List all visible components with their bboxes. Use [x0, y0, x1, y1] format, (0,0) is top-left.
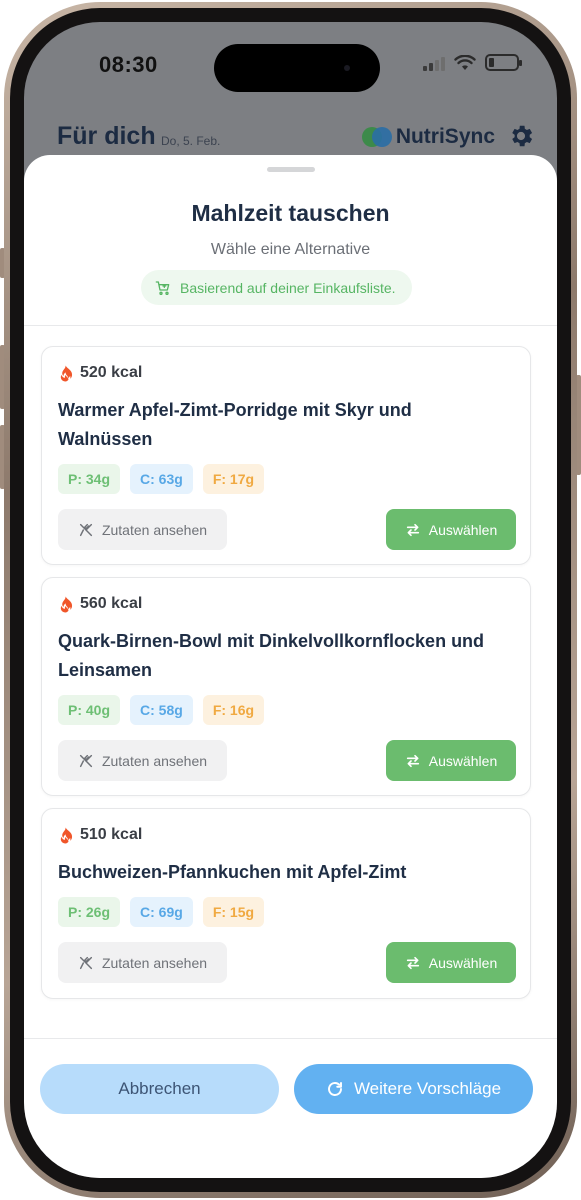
view-ingredients-label: Zutaten ansehen [101, 752, 208, 769]
swap-arrows-icon [406, 956, 419, 969]
carbs-badge: C: 63g [130, 464, 193, 494]
protein-badge: P: 40g [58, 695, 121, 725]
cellular-signal-icon [423, 55, 445, 71]
view-ingredients-button[interactable]: Zutaten ansehen [58, 509, 227, 550]
phone-bezel: 08:30 Für dich Do, 5. Feb. NutriSync Mah… [10, 8, 571, 1192]
select-meal-label: Auswählen [428, 521, 498, 538]
gear-icon[interactable] [507, 122, 535, 150]
phone-frame: 08:30 Für dich Do, 5. Feb. NutriSync Mah… [4, 2, 577, 1198]
meal-card: 520 kcal Warmer Apfel-Zimt-Porridge mit … [41, 346, 531, 565]
select-meal-label: Auswählen [428, 752, 498, 769]
view-ingredients-button[interactable]: Zutaten ansehen [58, 942, 227, 983]
dynamic-island [214, 44, 380, 92]
carbs-badge: C: 69g [130, 897, 193, 927]
view-ingredients-button[interactable]: Zutaten ansehen [58, 740, 227, 781]
fat-badge: F: 17g [202, 464, 265, 494]
camera-dot [344, 65, 350, 71]
status-time: 08:30 [99, 52, 158, 77]
wifi-icon [454, 54, 476, 70]
shopping-cart-icon [155, 280, 170, 295]
fat-badge: F: 15g [202, 897, 265, 927]
select-meal-button[interactable]: Auswählen [386, 740, 516, 781]
brand-name: NutriSync [395, 125, 495, 148]
refresh-icon [327, 1082, 342, 1096]
meal-card: 510 kcal Buchweizen-Pfannkuchen mit Apfe… [41, 808, 531, 999]
utensils-icon [79, 523, 93, 536]
logo-mark-icon [361, 127, 392, 147]
select-meal-button[interactable]: Auswählen [386, 509, 516, 550]
meal-title: Quark-Birnen-Bowl mit Dinkelvollkornfloc… [58, 631, 485, 680]
more-suggestions-label: Weitere Vorschläge [353, 1079, 502, 1098]
kcal-value: 560 kcal [80, 595, 143, 612]
shopping-list-info-pill: Basierend auf deiner Einkaufsliste. [141, 270, 412, 305]
meal-kcal: 510 kcal [58, 826, 142, 844]
flame-icon [60, 365, 73, 381]
info-pill-text: Basierend auf deiner Einkaufsliste. [180, 279, 396, 296]
header-divider [24, 325, 557, 326]
view-ingredients-label: Zutaten ansehen [101, 954, 208, 971]
flame-icon [60, 596, 73, 612]
flame-icon [60, 827, 73, 843]
swap-meal-sheet: Mahlzeit tauschen Wähle eine Alternative… [24, 155, 557, 1178]
kcal-value: 520 kcal [80, 364, 143, 381]
footer-divider [24, 1038, 557, 1039]
fat-badge: F: 16g [202, 695, 265, 725]
status-icons [423, 54, 522, 71]
brand-logo: NutriSync [361, 125, 495, 149]
meal-card: 560 kcal Quark-Birnen-Bowl mit Dinkelvol… [41, 577, 531, 796]
cancel-button[interactable]: Abbrechen [40, 1064, 279, 1114]
meal-kcal: 560 kcal [58, 595, 142, 613]
sheet-title: Mahlzeit tauschen [191, 200, 390, 226]
battery-icon [485, 54, 522, 71]
macro-badges: P: 40g C: 58g F: 16g [58, 695, 265, 725]
page-title: Für dich [57, 122, 156, 150]
protein-badge: P: 26g [58, 897, 121, 927]
carbs-badge: C: 58g [130, 695, 193, 725]
meal-title: Buchweizen-Pfannkuchen mit Apfel-Zimt [58, 862, 407, 882]
swap-arrows-icon [406, 523, 419, 536]
utensils-icon [79, 754, 93, 767]
select-meal-label: Auswählen [428, 954, 498, 971]
utensils-icon [79, 956, 93, 969]
more-suggestions-button[interactable]: Weitere Vorschläge [294, 1064, 533, 1114]
swap-arrows-icon [406, 754, 419, 767]
macro-badges: P: 26g C: 69g F: 15g [58, 897, 265, 927]
sheet-subtitle: Wähle eine Alternative [210, 241, 371, 258]
select-meal-button[interactable]: Auswählen [386, 942, 516, 983]
cancel-label: Abbrechen [118, 1079, 201, 1098]
screen: 08:30 Für dich Do, 5. Feb. NutriSync Mah… [24, 22, 557, 1178]
kcal-value: 510 kcal [80, 826, 143, 843]
view-ingredients-label: Zutaten ansehen [101, 521, 208, 538]
meal-kcal: 520 kcal [58, 364, 142, 382]
page-date: Do, 5. Feb. [161, 134, 221, 148]
protein-badge: P: 34g [58, 464, 121, 494]
sheet-grabber[interactable] [266, 167, 315, 172]
macro-badges: P: 34g C: 63g F: 17g [58, 464, 265, 494]
meal-title: Warmer Apfel-Zimt-Porridge mit Skyr und … [58, 400, 412, 449]
